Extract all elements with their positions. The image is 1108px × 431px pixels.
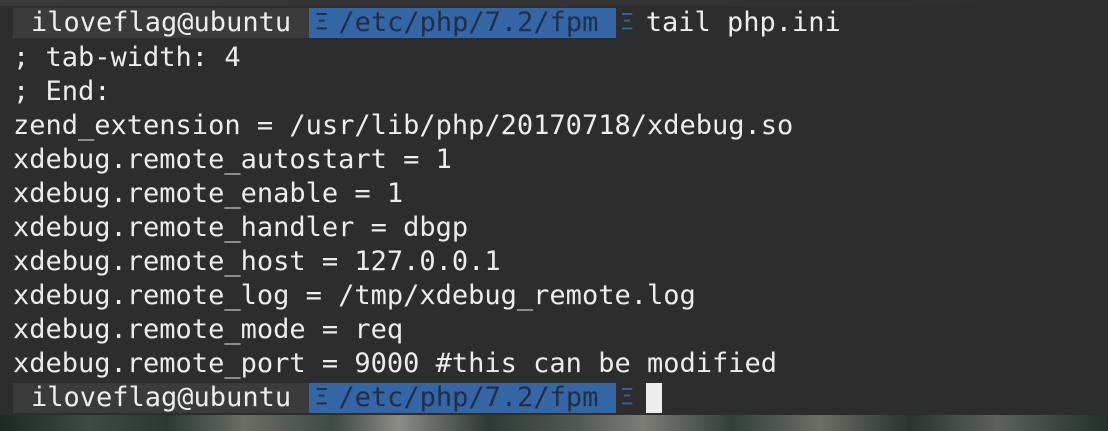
prompt-user-host: iloveflag@ubuntu (13, 8, 310, 38)
output-line: xdebug.remote_port = 9000 #this can be m… (13, 348, 778, 379)
output-line: xdebug.remote_autostart = 1 (13, 144, 452, 175)
command-text: tail php.ini (645, 7, 841, 38)
powerline-end-icon: Ξ (620, 10, 634, 35)
powerline-separator-icon: Ξ (315, 10, 329, 35)
prompt-path-segment: Ξ /etc/php/7.2/fpm (309, 382, 617, 413)
powerline-end-icon: Ξ (620, 385, 634, 410)
output-line: xdebug.remote_mode = req (13, 314, 404, 345)
output-line: xdebug.remote_enable = 1 (13, 178, 404, 209)
prompt-path: /etc/php/7.2/fpm (338, 7, 599, 38)
text-cursor[interactable] (645, 383, 662, 413)
output-line: xdebug.remote_log = /tmp/xdebug_remote.l… (13, 280, 696, 311)
output-line: ; End: (13, 76, 111, 107)
terminal-window[interactable]: iloveflag@ubuntu Ξ /etc/php/7.2/fpm Ξ ta… (0, 0, 1108, 431)
output-line: zend_extension = /usr/lib/php/20170718/x… (13, 110, 794, 141)
prompt-path: /etc/php/7.2/fpm (338, 382, 599, 413)
output-line: xdebug.remote_host = 127.0.0.1 (13, 246, 501, 277)
prompt-path-segment: Ξ /etc/php/7.2/fpm (309, 7, 617, 38)
prompt-line-2[interactable]: iloveflag@ubuntu Ξ /etc/php/7.2/fpm Ξ (13, 381, 662, 415)
prompt-line-1: iloveflag@ubuntu Ξ /etc/php/7.2/fpm Ξ ta… (13, 6, 841, 40)
powerline-separator-icon: Ξ (315, 385, 329, 410)
desktop-wallpaper (0, 415, 1108, 431)
prompt-user-host: iloveflag@ubuntu (13, 383, 310, 413)
output-line: ; tab-width: 4 (13, 42, 241, 73)
output-line: xdebug.remote_handler = dbgp (13, 212, 469, 243)
